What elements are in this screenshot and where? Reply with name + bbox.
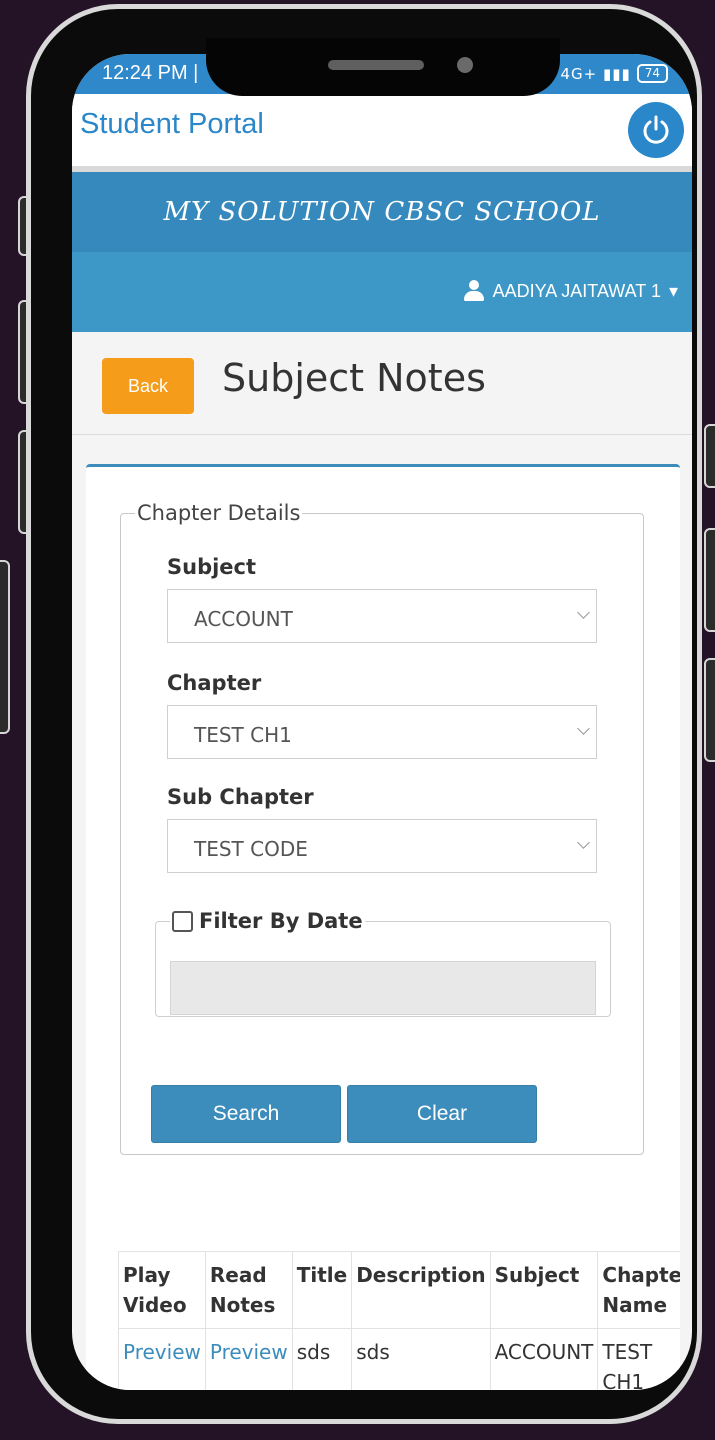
- chapter-value: TEST CH1: [194, 723, 292, 747]
- subchapter-value: TEST CODE: [194, 837, 308, 861]
- filter-by-date-label: Filter By Date: [199, 909, 363, 933]
- chapter-details-fieldset: Chapter Details Subject ACCOUNT Chapter …: [120, 501, 644, 1155]
- page-header: Back Subject Notes: [72, 332, 692, 435]
- user-icon: [463, 280, 485, 302]
- page-title: Subject Notes: [222, 356, 486, 400]
- search-button[interactable]: Search: [151, 1085, 341, 1143]
- date-range-input[interactable]: [170, 961, 596, 1015]
- clear-button[interactable]: Clear: [347, 1085, 537, 1143]
- chapter-label: Chapter: [167, 671, 262, 695]
- subject-select[interactable]: ACCOUNT: [167, 589, 597, 643]
- filter-by-date-checkbox[interactable]: [172, 910, 193, 932]
- col-chapter-name: Chapter Name: [597, 1251, 680, 1329]
- user-name: AADIYA JAITAWAT 1: [492, 280, 661, 301]
- user-bar: AADIYA JAITAWAT 1 ▾: [72, 252, 692, 332]
- row-description: sds: [351, 1328, 491, 1390]
- table-header-row: Play Video Read Notes Title Description …: [118, 1251, 680, 1329]
- school-banner: MY SOLUTION CBSC SCHOOL: [72, 172, 692, 252]
- read-notes-preview-link[interactable]: Preview: [210, 1340, 288, 1364]
- col-play-video: Play Video: [118, 1251, 206, 1329]
- side-button-right-3: [704, 658, 715, 762]
- col-read-notes: Read Notes: [204, 1251, 293, 1329]
- chapter-details-legend: Chapter Details: [137, 501, 301, 525]
- table-row: Preview Preview sds sds ACCOUNT TEST CH1: [118, 1328, 680, 1390]
- chevron-down-icon: [577, 836, 590, 849]
- col-description: Description: [351, 1251, 491, 1329]
- notes-table-wrapper[interactable]: Play Video Read Notes Title Description …: [118, 1251, 680, 1390]
- caret-down-icon: ▾: [668, 280, 678, 301]
- power-icon: [643, 115, 669, 144]
- speaker-grille: [328, 60, 424, 70]
- notes-table: Play Video Read Notes Title Description …: [118, 1251, 680, 1390]
- app-title: Student Portal: [80, 108, 264, 140]
- signal-icon: 4G+ ▮▮▮: [560, 64, 631, 83]
- col-subject: Subject: [489, 1251, 599, 1329]
- row-chapter-name: TEST CH1: [597, 1328, 680, 1390]
- back-button[interactable]: Back: [102, 358, 194, 414]
- notes-card: Chapter Details Subject ACCOUNT Chapter …: [86, 464, 680, 1390]
- play-video-preview-link[interactable]: Preview: [123, 1340, 201, 1364]
- row-title: sds: [291, 1328, 353, 1390]
- phone-screen: 12:24 PM | 4G+ ▮▮▮ 74 Student Portal MY …: [72, 54, 692, 1390]
- app-bar: Student Portal: [72, 94, 692, 172]
- battery-icon: 74: [636, 64, 668, 83]
- row-subject: ACCOUNT: [489, 1328, 599, 1390]
- subchapter-select[interactable]: TEST CODE: [167, 819, 597, 873]
- subject-label: Subject: [167, 555, 257, 579]
- status-time: 12:24 PM |: [102, 62, 199, 84]
- front-camera: [457, 57, 473, 73]
- chevron-down-icon: [577, 722, 590, 735]
- subject-value: ACCOUNT: [194, 607, 293, 631]
- date-filter-fieldset: Filter By Date: [155, 909, 611, 1017]
- phone-notch: [206, 38, 560, 96]
- user-menu[interactable]: AADIYA JAITAWAT 1 ▾: [463, 280, 678, 302]
- power-side-button: [704, 424, 715, 488]
- chapter-select[interactable]: TEST CH1: [167, 705, 597, 759]
- chevron-down-icon: [577, 606, 590, 619]
- date-filter-legend: Filter By Date: [170, 909, 365, 933]
- logout-button[interactable]: [628, 102, 684, 158]
- side-button: [0, 560, 10, 734]
- side-button-right-2: [704, 528, 715, 632]
- col-title: Title: [291, 1251, 353, 1329]
- subchapter-label: Sub Chapter: [167, 785, 314, 809]
